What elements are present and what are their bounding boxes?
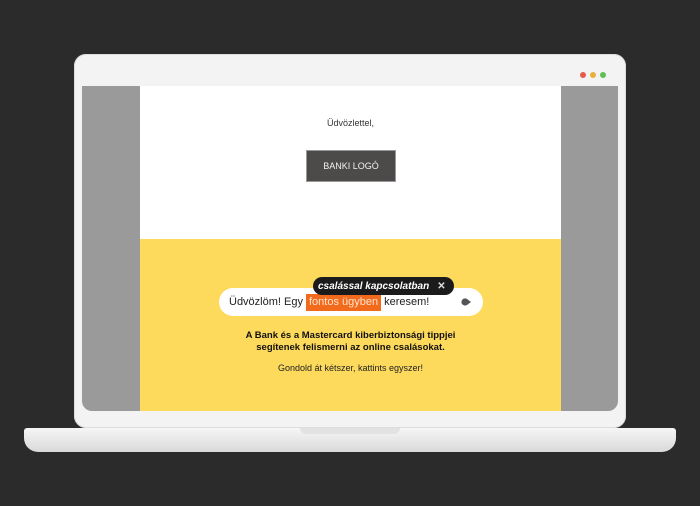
close-icon[interactable]: ✕ (437, 281, 445, 292)
tooltip-text: csalással kapcsolatban (318, 280, 430, 292)
laptop-notch (300, 428, 400, 434)
search-text-after: keresem! (384, 296, 430, 308)
tagline: Gondold át kétszer, kattints egyszer! (277, 363, 424, 373)
minimize-window-button[interactable] (590, 72, 596, 78)
email-body: Üdvözlettel, BANKI LOGÓ csalással kapcso… (140, 86, 561, 411)
search-text-before: Üdvözlöm! Egy (229, 296, 303, 308)
send-icon[interactable] (461, 297, 471, 307)
email-header-section: Üdvözlettel, BANKI LOGÓ (140, 86, 561, 239)
window-titlebar (74, 54, 626, 86)
laptop-lid: Üdvözlettel, BANKI LOGÓ csalással kapcso… (74, 54, 626, 428)
laptop-base (24, 428, 676, 452)
headline-line-2: segítenek felismerni az online csalásoka… (256, 342, 445, 353)
greeting-text: Üdvözlettel, (326, 118, 375, 128)
window-controls (580, 72, 606, 78)
close-window-button[interactable] (580, 72, 586, 78)
bank-logo-placeholder: BANKI LOGÓ (306, 150, 396, 182)
suggestion-tooltip[interactable]: csalással kapcsolatban ✕ (313, 277, 454, 295)
email-yellow-section: csalással kapcsolatban ✕ Üdvözlöm! Egy f… (140, 239, 561, 411)
search-highlight[interactable]: fontos ügyben (305, 293, 382, 311)
screen: Üdvözlettel, BANKI LOGÓ csalással kapcso… (82, 86, 618, 411)
headline: A Bank és a Mastercard kiberbiztonsági t… (140, 330, 561, 354)
headline-line-1: A Bank és a Mastercard kiberbiztonsági t… (245, 330, 456, 341)
maximize-window-button[interactable] (600, 72, 606, 78)
